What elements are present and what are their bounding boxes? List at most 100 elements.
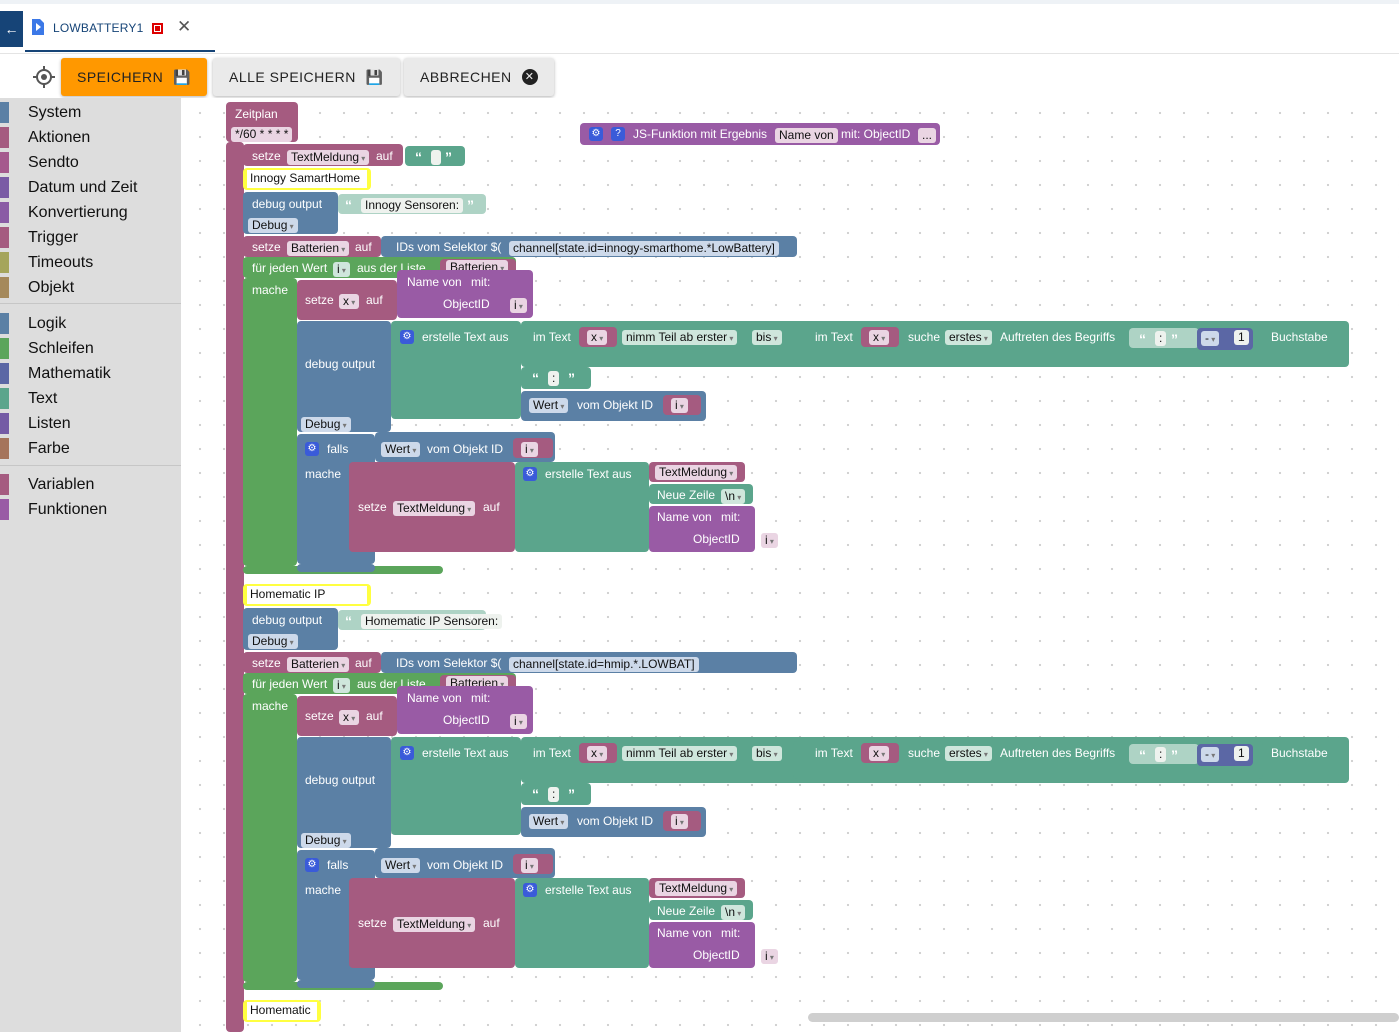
sidebar-item-11[interactable]: Text bbox=[0, 386, 181, 411]
js-name-field[interactable]: Name von bbox=[775, 128, 838, 143]
sidebar-item-4[interactable]: Konvertierung bbox=[0, 200, 181, 225]
colon-text-field[interactable]: : bbox=[1155, 747, 1167, 762]
cancel-button[interactable]: ABBRECHEN ✕ bbox=[404, 58, 554, 96]
var-x-dropdown[interactable]: x bbox=[587, 746, 608, 761]
var-i-dropdown[interactable]: i bbox=[510, 298, 527, 313]
debug-output-block[interactable] bbox=[297, 737, 391, 848]
sidebar-item-2[interactable]: Sendto bbox=[0, 150, 181, 175]
for-each-body-bar[interactable] bbox=[243, 278, 297, 566]
sidebar-item-6[interactable]: Timeouts bbox=[0, 250, 181, 275]
wert-dropdown[interactable]: Wert bbox=[529, 398, 569, 413]
gear-icon[interactable]: ⚙ bbox=[400, 330, 414, 344]
if-footer[interactable] bbox=[297, 980, 375, 988]
crosshair-icon[interactable] bbox=[33, 66, 55, 88]
gear-icon[interactable]: ⚙ bbox=[400, 746, 414, 760]
for-each-body-bar[interactable] bbox=[243, 694, 297, 982]
horizontal-scrollbar[interactable] bbox=[808, 1013, 1399, 1022]
debug-text-field[interactable]: Homematic IP Sensoren: bbox=[361, 614, 503, 629]
colon-text-field[interactable]: : bbox=[1155, 331, 1167, 346]
var-textmeldung-dropdown[interactable]: TextMeldung bbox=[393, 917, 476, 932]
sidebar-item-8[interactable]: Logik bbox=[0, 311, 181, 336]
gear-icon[interactable]: ⚙ bbox=[305, 442, 319, 456]
debug-level-dropdown[interactable]: Debug bbox=[248, 218, 298, 233]
var-i-dropdown[interactable]: i bbox=[671, 814, 688, 829]
var-batterien-dropdown[interactable]: Batterien bbox=[287, 241, 350, 256]
save-button[interactable]: SPEICHERN 💾 bbox=[61, 58, 208, 96]
sidebar-item-14[interactable]: Variablen bbox=[0, 472, 181, 497]
erstes-dropdown[interactable]: erstes bbox=[945, 746, 992, 761]
sidebar-item-10[interactable]: Mathematik bbox=[0, 361, 181, 386]
sidebar-item-15[interactable]: Funktionen bbox=[0, 497, 181, 522]
var-i-dropdown[interactable]: i bbox=[333, 262, 350, 277]
help-icon[interactable]: ? bbox=[611, 127, 625, 141]
selector-field[interactable]: channel[state.id=innogy-smarthome.*LowBa… bbox=[509, 241, 779, 256]
sidebar-item-13[interactable]: Farbe bbox=[0, 436, 181, 461]
colon-text-field[interactable]: : bbox=[548, 371, 560, 386]
wert-dropdown[interactable]: Wert bbox=[529, 814, 569, 829]
close-icon[interactable]: ✕ bbox=[177, 17, 191, 37]
sidebar-item-3[interactable]: Datum und Zeit bbox=[0, 175, 181, 200]
var-i-dropdown[interactable]: i bbox=[510, 714, 527, 729]
var-x-dropdown[interactable]: x bbox=[339, 294, 360, 309]
wert-dropdown[interactable]: Wert bbox=[381, 442, 421, 457]
sidebar-item-12[interactable]: Listen bbox=[0, 411, 181, 436]
sidebar-item-0[interactable]: System bbox=[0, 100, 181, 125]
var-textmeldung-dropdown[interactable]: TextMeldung bbox=[287, 150, 370, 165]
number-field[interactable]: 1 bbox=[1234, 746, 1249, 761]
var-x-dropdown[interactable]: x bbox=[869, 330, 890, 345]
bis-dropdown[interactable]: bis bbox=[752, 330, 782, 345]
erstes-dropdown[interactable]: erstes bbox=[945, 330, 992, 345]
newline-dropdown[interactable]: \n bbox=[721, 489, 746, 504]
minus-dropdown[interactable]: - bbox=[1201, 331, 1220, 346]
var-i-dropdown[interactable]: i bbox=[333, 678, 350, 693]
var-i-dropdown[interactable]: i bbox=[671, 398, 688, 413]
newline-dropdown[interactable]: \n bbox=[721, 905, 746, 920]
substring-mode-dropdown[interactable]: nimm Teil ab erster bbox=[622, 330, 738, 345]
var-x-dropdown[interactable]: x bbox=[339, 710, 360, 725]
sidebar-item-1[interactable]: Aktionen bbox=[0, 125, 181, 150]
stop-icon[interactable] bbox=[152, 23, 163, 34]
wert-dropdown[interactable]: Wert bbox=[381, 858, 421, 873]
blockly-workspace[interactable]: Zeitplan */60 * * * * ⚙? JS-Funktion mit Er… bbox=[181, 98, 1399, 1032]
comment-highlight[interactable]: Innogy SamartHome bbox=[243, 168, 371, 190]
tab-lowbattery1[interactable]: LOWBATTERY1 ✕ bbox=[25, 4, 215, 52]
var-x-dropdown[interactable]: x bbox=[587, 330, 608, 345]
comment-highlight[interactable]: Homematic bbox=[243, 1000, 321, 1022]
selector-field[interactable]: channel[state.id=hmip.*.LOWBAT] bbox=[509, 657, 699, 672]
colon-text-field[interactable]: : bbox=[548, 787, 560, 802]
minus-dropdown[interactable]: - bbox=[1201, 747, 1220, 762]
gear-icon[interactable]: ⚙ bbox=[523, 883, 537, 897]
sidebar-item-9[interactable]: Schleifen bbox=[0, 336, 181, 361]
back-button[interactable]: ← bbox=[0, 11, 23, 47]
schedule-body-bar[interactable] bbox=[226, 142, 244, 1032]
arrow-left-icon: ← bbox=[4, 21, 19, 37]
debug-level-dropdown[interactable]: Debug bbox=[248, 634, 298, 649]
number-field[interactable]: 1 bbox=[1234, 330, 1249, 345]
var-i-dropdown[interactable]: i bbox=[521, 858, 538, 873]
var-x-dropdown[interactable]: x bbox=[869, 746, 890, 761]
var-textmeldung-dropdown[interactable]: TextMeldung bbox=[655, 881, 738, 896]
var-i-dropdown[interactable]: i bbox=[761, 533, 778, 548]
sidebar-item-5[interactable]: Trigger bbox=[0, 225, 181, 250]
if-footer[interactable] bbox=[297, 564, 375, 572]
var-textmeldung-dropdown[interactable]: TextMeldung bbox=[393, 501, 476, 516]
gear-icon[interactable]: ⚙ bbox=[589, 127, 603, 141]
save-all-button[interactable]: ALLE SPEICHERN 💾 bbox=[213, 58, 400, 96]
substring-mode-dropdown[interactable]: nimm Teil ab erster bbox=[622, 746, 738, 761]
gear-icon[interactable]: ⚙ bbox=[305, 858, 319, 872]
var-batterien-dropdown[interactable]: Batterien bbox=[287, 657, 350, 672]
debug-level-dropdown[interactable]: Debug bbox=[301, 417, 351, 432]
js-more-field[interactable]: ... bbox=[918, 128, 937, 143]
empty-text-field[interactable] bbox=[431, 150, 441, 165]
var-i-dropdown[interactable]: i bbox=[521, 442, 538, 457]
schedule-cron-field[interactable]: */60 * * * * bbox=[231, 127, 293, 142]
var-i-dropdown[interactable]: i bbox=[761, 949, 778, 964]
comment-highlight[interactable]: Homematic IP bbox=[243, 584, 371, 606]
debug-level-dropdown[interactable]: Debug bbox=[301, 833, 351, 848]
sidebar-item-7[interactable]: Objekt bbox=[0, 275, 181, 300]
var-textmeldung-dropdown[interactable]: TextMeldung bbox=[655, 465, 738, 480]
gear-icon[interactable]: ⚙ bbox=[523, 467, 537, 481]
debug-text-field[interactable]: Innogy Sensoren: bbox=[361, 198, 464, 213]
debug-output-block[interactable] bbox=[297, 321, 391, 432]
bis-dropdown[interactable]: bis bbox=[752, 746, 782, 761]
